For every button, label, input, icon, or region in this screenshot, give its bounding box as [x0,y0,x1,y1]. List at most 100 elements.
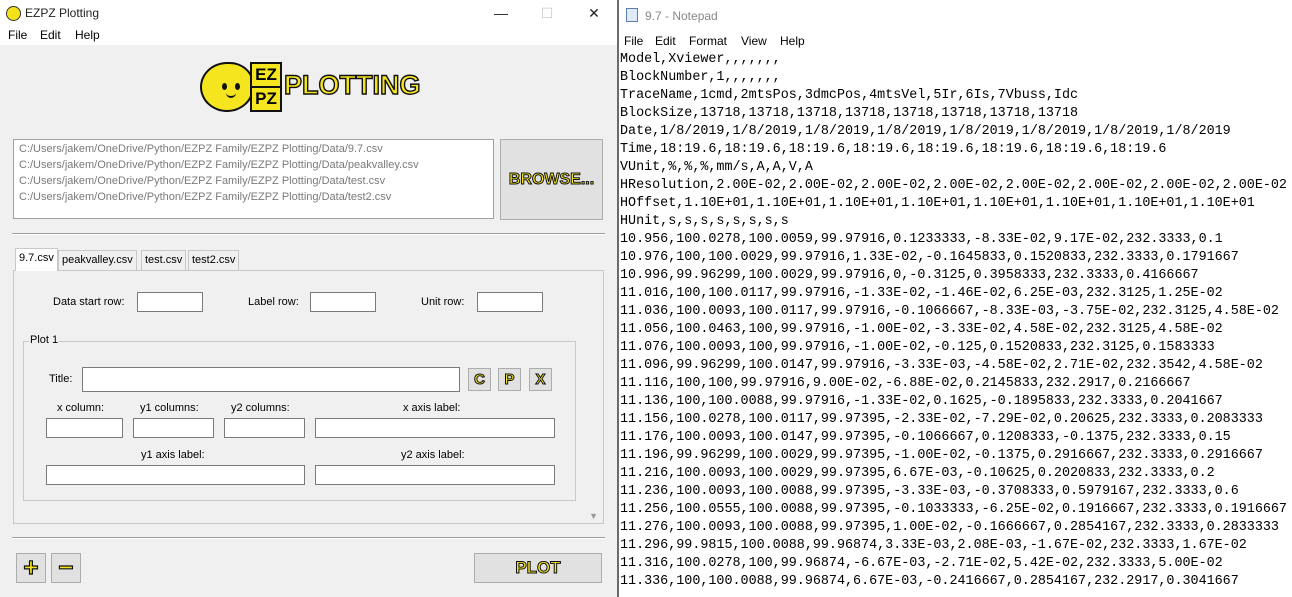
notepad-window: 9.7 - Notepad File Edit Format View Help… [619,0,1292,597]
file-list-item[interactable]: C:/Users/jakem/OneDrive/Python/EZPZ Fami… [19,159,419,171]
text-line: HUnit,s,s,s,s,s,s,s,s [620,214,789,229]
text-line: 11.196,99.96299,100.0029,99.97395,-1.00E… [620,448,1263,463]
scroll-down-icon[interactable]: ▼ [589,511,598,521]
x-axis-label-input[interactable] [315,418,555,438]
x-axis-label-label: x axis label: [403,402,461,414]
data-start-row-input[interactable] [137,292,203,312]
plot-title-input[interactable] [82,367,460,392]
text-line: 11.136,100,100.0088,99.97916,-1.33E-02,0… [620,394,1223,409]
text-line: 11.116,100,100,99.97916,9.00E-02,-6.88E-… [620,376,1191,391]
text-line: Date,1/8/2019,1/8/2019,1/8/2019,1/8/2019… [620,124,1231,139]
y1-columns-input[interactable] [133,418,214,438]
tab-test2-csv[interactable]: test2.csv [188,250,240,270]
ezpz-window: EZPZ Plotting — ☐ ✕ File Edit Help EZ PZ… [0,0,617,597]
browse-button[interactable]: BROWSE... [500,139,603,220]
label-row-input[interactable] [310,292,376,312]
data-start-row-label: Data start row: [53,296,125,308]
tab-peakvalley-csv[interactable]: peakvalley.csv [58,250,137,270]
plot-button[interactable]: PLOT [474,553,602,583]
lemon-eye [222,83,227,90]
separator [12,537,605,539]
file-list-item[interactable]: C:/Users/jakem/OneDrive/Python/EZPZ Fami… [19,175,385,187]
minimize-button[interactable]: — [478,0,524,27]
text-line: 11.316,100.0278,100,99.96874,-6.67E-03,-… [620,556,1223,571]
text-line: 10.956,100.0278,100.0059,99.97916,0.1233… [620,232,1223,247]
y2-columns-label: y2 columns: [231,402,290,414]
remove-plot-button[interactable]: − [51,553,81,583]
text-line: HOffset,1.10E+01,1.10E+01,1.10E+01,1.10E… [620,196,1255,211]
ezpz-titlebar[interactable]: EZPZ Plotting — ☐ ✕ [0,0,617,27]
plot-x-button[interactable]: X [529,368,552,391]
plot-1-frame: Plot 1 Title: C P X x column: y1 columns… [23,334,576,501]
notepad-menu-view[interactable]: View [741,34,767,48]
tab-panel: Data start row: Label row: Unit row: Plo… [13,270,604,524]
ezpz-logo: EZ PZ PLOTTING [200,61,421,113]
text-line: BlockSize,13718,13718,13718,13718,13718,… [620,106,1079,121]
text-line: 11.056,100.0463,100,99.97916,-1.00E-02,-… [620,322,1223,337]
text-line: VUnit,%,%,%,mm/s,A,A,V,A [620,160,813,175]
notepad-text-area[interactable]: Model,Xviewer,,,,,,, BlockNumber,1,,,,,,,… [619,51,1292,597]
text-line: 11.216,100.0093,100.0029,99.97395,6.67E-… [620,466,1215,481]
notepad-title: 9.7 - Notepad [645,9,718,23]
notepad-menu-help[interactable]: Help [780,34,805,48]
maximize-button[interactable]: ☐ [524,0,570,27]
text-line: 11.076,100.0093,100,99.97916,-1.00E-02,-… [620,340,1215,355]
separator [12,233,605,235]
menu-file[interactable]: File [8,28,27,42]
lemon-eye [235,83,240,90]
tab-test-csv[interactable]: test.csv [141,250,187,270]
file-listbox[interactable]: C:/Users/jakem/OneDrive/Python/EZPZ Fami… [13,139,494,219]
text-line: 11.236,100.0093,100.0088,99.97395,-3.33E… [620,484,1239,499]
notepad-menu-bar: File Edit Format View Help [619,31,1292,50]
text-line: 11.296,99.9815,100.0088,99.96874,3.33E-0… [620,538,1247,553]
plot-frame-title: Plot 1 [29,334,60,346]
lemon-logo-icon [200,62,254,112]
text-line: 11.036,100.0093,100.0117,99.97916,-0.106… [620,304,1279,319]
y1-axis-label-input[interactable] [46,465,305,485]
text-line: Model,Xviewer,,,,,,, [620,52,781,67]
unit-row-label: Unit row: [421,296,465,308]
text-line: 11.336,100,100.0088,99.96874,6.67E-03,-0… [620,574,1239,589]
file-list-item[interactable]: C:/Users/jakem/OneDrive/Python/EZPZ Fami… [19,191,391,203]
plot-c-button[interactable]: C [468,368,491,391]
text-line: 11.176,100.0093,100.0147,99.97395,-0.106… [620,430,1231,445]
notepad-menu-edit[interactable]: Edit [655,34,676,48]
tab-9-7-csv[interactable]: 9.7.csv [15,248,58,271]
plot-title-label: Title: [49,373,73,385]
y2-axis-label-input[interactable] [315,465,555,485]
close-button[interactable]: ✕ [571,0,617,27]
logo-pz: PZ [250,86,282,112]
text-line: 11.256,100.0555,100.0088,99.97395,-0.103… [620,502,1287,517]
plot-p-button[interactable]: P [498,368,521,391]
x-column-input[interactable] [46,418,123,438]
logo-ez: EZ [250,62,282,88]
lemon-app-icon [6,6,21,21]
text-line: BlockNumber,1,,,,,,, [620,70,781,85]
menu-bar: File Edit Help [0,27,617,45]
text-line: TraceName,1cmd,2mtsPos,3dmcPos,4mtsVel,5… [620,88,1079,103]
text-line: 10.976,100,100.0029,99.97916,1.33E-02,-0… [620,250,1239,265]
notepad-icon [626,8,638,22]
text-line: Time,18:19.6,18:19.6,18:19.6,18:19.6,18:… [620,142,1167,157]
unit-row-input[interactable] [477,292,543,312]
text-line: 11.276,100.0093,100.0088,99.97395,1.00E-… [620,520,1279,535]
lemon-smile [226,91,236,98]
notepad-menu-format[interactable]: Format [689,34,727,48]
menu-edit[interactable]: Edit [40,28,61,42]
y2-axis-label-label: y2 axis label: [401,449,465,461]
add-plot-button[interactable]: + [16,553,46,583]
menu-help[interactable]: Help [75,28,100,42]
label-row-label: Label row: [248,296,299,308]
y1-columns-label: y1 columns: [140,402,199,414]
text-line: HResolution,2.00E-02,2.00E-02,2.00E-02,2… [620,178,1287,193]
file-list-item[interactable]: C:/Users/jakem/OneDrive/Python/EZPZ Fami… [19,143,383,155]
ezpz-client-area: EZ PZ PLOTTING C:/Users/jakem/OneDrive/P… [0,45,617,597]
y1-axis-label-label: y1 axis label: [141,449,205,461]
text-line: 10.996,99.96299,100.0029,99.97916,0,-0.3… [620,268,1199,283]
logo-wordmark: PLOTTING [283,69,421,100]
y2-columns-input[interactable] [224,418,305,438]
notepad-titlebar[interactable]: 9.7 - Notepad [619,0,1292,31]
text-line: 11.016,100,100.0117,99.97916,-1.33E-02,-… [620,286,1223,301]
window-title: EZPZ Plotting [25,6,100,20]
notepad-menu-file[interactable]: File [624,34,643,48]
